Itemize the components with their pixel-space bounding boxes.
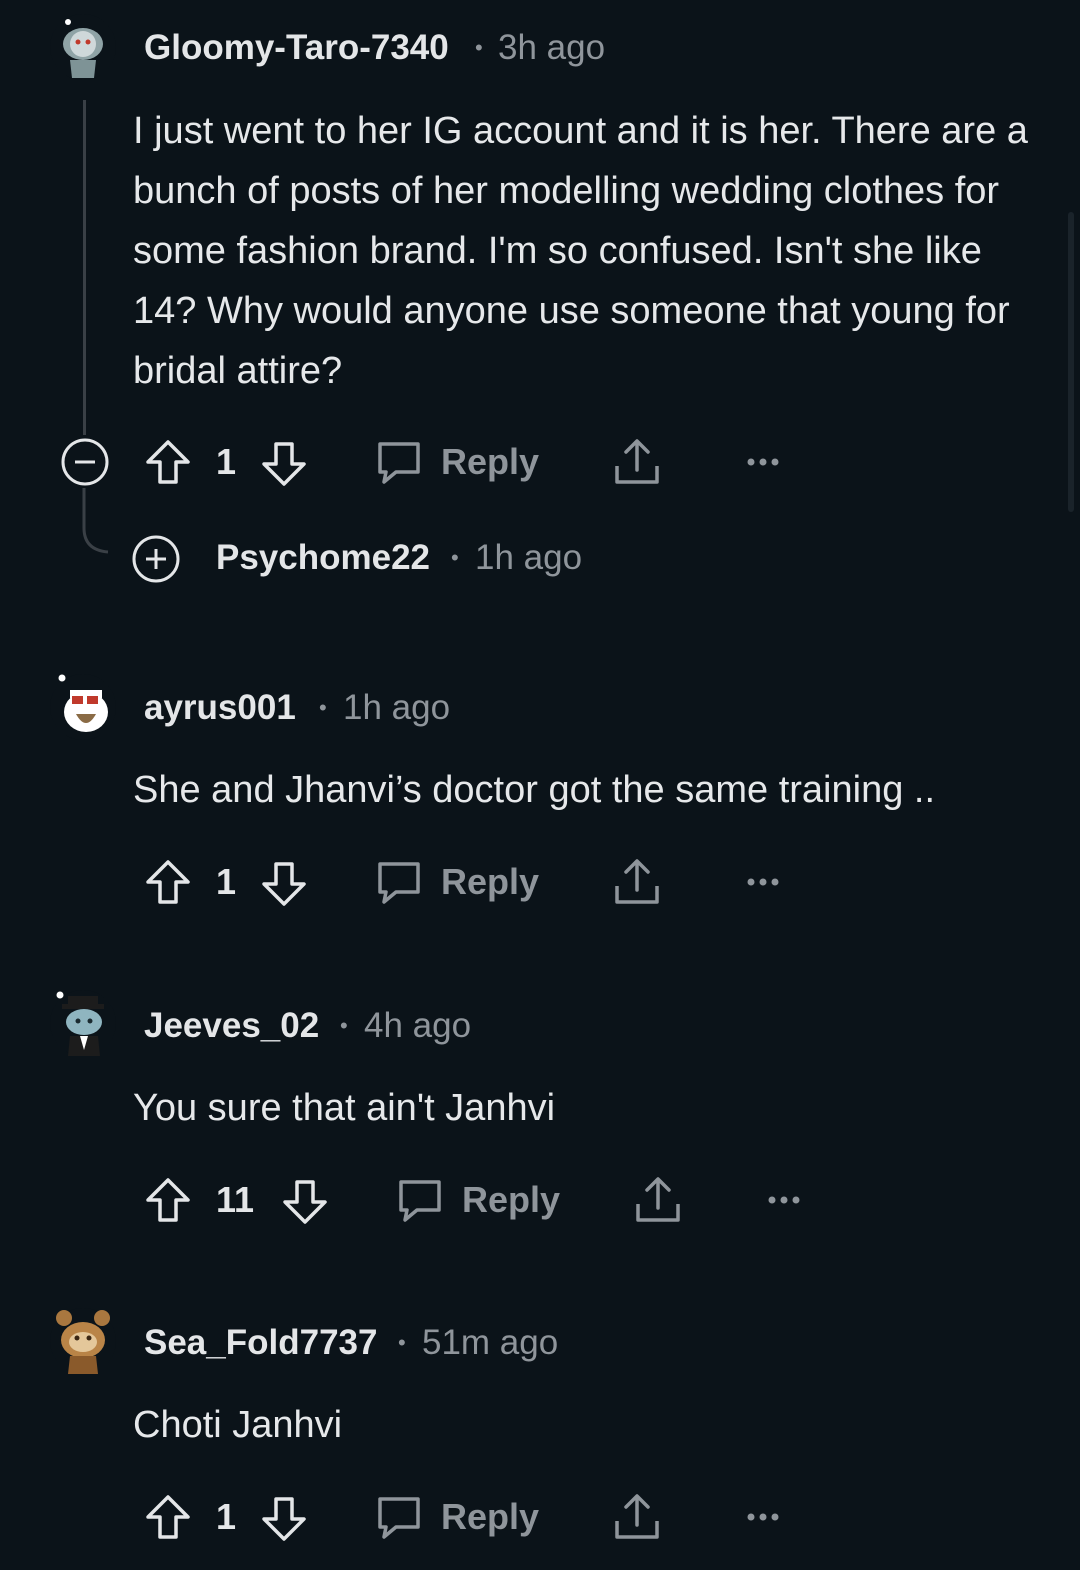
share-icon[interactable] [633,1174,683,1226]
username[interactable]: Psychome22 [216,538,430,578]
username[interactable]: Gloomy-Taro-7340 [144,28,449,68]
comment-body: She and Jhanvi’s doctor got the same tra… [133,769,936,811]
reply-button[interactable]: Reply [441,862,539,902]
upvote-icon[interactable] [144,1176,192,1224]
vote-count: 11 [216,1179,255,1220]
upvote-icon[interactable] [144,858,192,906]
collapse-minus-icon[interactable] [60,437,110,487]
username[interactable]: Jeeves_02 [144,1006,319,1046]
more-options-icon[interactable] [767,1194,801,1206]
share-icon[interactable] [612,856,662,908]
avatar[interactable] [50,990,116,1056]
vote-count: 1 [216,861,237,902]
more-options-icon[interactable] [746,1511,780,1523]
vote-count: 1 [216,1496,237,1537]
share-icon[interactable] [612,436,662,488]
more-options-icon[interactable] [746,456,780,468]
downvote-icon[interactable] [260,1495,308,1543]
timestamp: 51m ago [422,1323,559,1362]
upvote-icon[interactable] [144,438,192,486]
separator-dot: • [451,545,459,570]
reply-bubble-icon[interactable] [374,858,424,908]
reply-button[interactable]: Reply [462,1180,560,1220]
share-icon[interactable] [612,1491,662,1543]
comment-body: You sure that ain't Janhvi [133,1087,556,1129]
avatar[interactable] [50,1308,116,1374]
separator-dot: • [398,1330,406,1355]
scrollbar[interactable] [1068,212,1074,512]
separator-dot: • [319,695,327,720]
separator-dot: • [340,1013,348,1038]
thread-line [83,100,86,435]
downvote-icon[interactable] [260,860,308,908]
username[interactable]: ayrus001 [144,688,296,728]
timestamp: 3h ago [498,28,606,67]
reply-button[interactable]: Reply [441,442,539,482]
avatar[interactable] [50,14,116,80]
vote-count: 1 [216,441,237,482]
timestamp: 4h ago [364,1006,472,1045]
timestamp: 1h ago [475,538,583,577]
reply-bubble-icon[interactable] [395,1176,445,1226]
reply-bubble-icon[interactable] [374,1493,424,1543]
avatar[interactable] [50,674,116,740]
reply-button[interactable]: Reply [441,1497,539,1537]
reply-bubble-icon[interactable] [374,438,424,488]
more-options-icon[interactable] [746,876,780,888]
downvote-icon[interactable] [260,440,308,488]
timestamp: 1h ago [343,688,451,727]
thread-connector [82,488,109,554]
comment-body: Choti Janhvi [133,1404,343,1446]
upvote-icon[interactable] [144,1493,192,1541]
downvote-icon[interactable] [281,1178,329,1226]
separator-dot: • [475,35,483,60]
comment-body: I just went to her IG account and it is … [133,110,1028,392]
username[interactable]: Sea_Fold7737 [144,1323,377,1363]
expand-plus-icon[interactable] [131,534,181,584]
